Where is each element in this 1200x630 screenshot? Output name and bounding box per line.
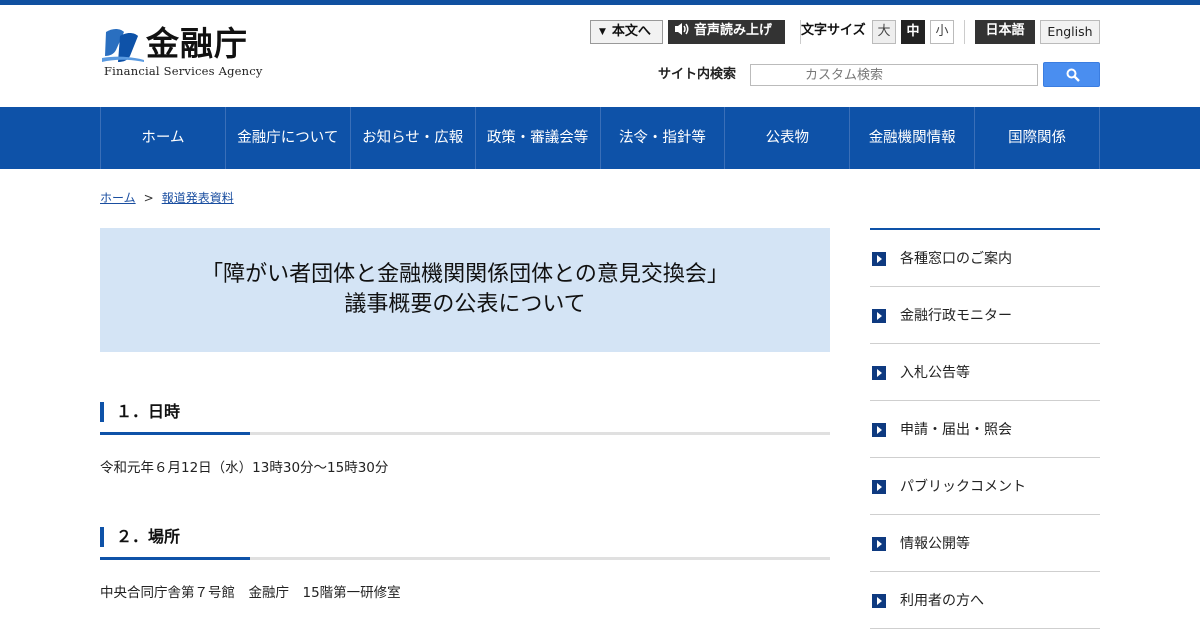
search-button[interactable]: [1043, 62, 1100, 87]
sidebar-item-monitor[interactable]: 金融行政モニター: [870, 287, 1100, 344]
nav-item-laws[interactable]: 法令・指針等: [601, 107, 726, 169]
arrow-right-icon: [872, 423, 886, 437]
nav-item-institutions[interactable]: 金融機関情報: [850, 107, 976, 169]
font-size-label-text: 文字サイズ: [801, 23, 866, 38]
arrow-right-icon: [872, 252, 886, 266]
sidebar-item-contacts[interactable]: 各種窓口のご案内: [870, 230, 1100, 287]
sidebar-item-label: 情報公開等: [900, 536, 970, 552]
arrow-right-icon: [872, 366, 886, 380]
nav-item-home[interactable]: ホーム: [101, 107, 226, 169]
logo-text: 金融庁: [146, 24, 248, 63]
font-size-small-button[interactable]: 小: [930, 20, 954, 44]
sidebar-menu: 各種窓口のご案内 金融行政モニター 入札公告等 申請・届出・照会 パブリックコメ…: [870, 228, 1100, 629]
logo-subtitle: Financial Services Agency: [104, 64, 263, 78]
utility-divider: [964, 20, 965, 44]
speaker-icon: [675, 23, 689, 35]
nav-item-news[interactable]: お知らせ・広報: [351, 107, 476, 169]
sidebar-item-label: 金融行政モニター: [900, 308, 1012, 324]
sidebar-item-label: 申請・届出・照会: [900, 422, 1012, 438]
sidebar-item-disclosure[interactable]: 情報公開等: [870, 515, 1100, 572]
section-heading: １．日時: [116, 402, 181, 421]
breadcrumb: ホーム > 報道発表資料: [100, 189, 234, 207]
section-heading-bar: [100, 527, 104, 547]
voice-label: 音声読み上げ: [694, 23, 773, 38]
section-datetime: １．日時 令和元年６月12日（水）13時30分～15時30分: [100, 402, 830, 476]
nav-item-publications[interactable]: 公表物: [725, 107, 851, 169]
fsa-emblem-icon: [102, 29, 144, 62]
page-title: 「障がい者団体と金融機関関係団体との意見交換会」 議事概要の公表について: [100, 260, 830, 320]
site-logo[interactable]: 金融庁 Financial Services Agency: [102, 24, 262, 80]
lang-english-button[interactable]: English: [1040, 20, 1100, 44]
global-nav: ホーム 金融庁について お知らせ・広報 政策・審議会等 法令・指針等 公表物 金…: [0, 107, 1200, 169]
breadcrumb-home-link[interactable]: ホーム: [100, 191, 136, 205]
site-search-label: サイト内検索: [658, 67, 737, 82]
section-underline: [100, 432, 830, 435]
sidebar-item-public-comment[interactable]: パブリックコメント: [870, 458, 1100, 515]
page-title-box: 「障がい者団体と金融機関関係団体との意見交換会」 議事概要の公表について: [100, 228, 830, 352]
section-location: ２．場所 中央合同庁舎第７号館 金融庁 15階第一研修室: [100, 527, 830, 601]
triangle-down-icon: ▼: [599, 27, 606, 37]
section-heading-bar: [100, 402, 104, 422]
voice-reader-button[interactable]: 音声読み上げ: [668, 20, 785, 44]
section-underline: [100, 557, 830, 560]
arrow-right-icon: [872, 594, 886, 608]
search-icon: [1066, 68, 1080, 82]
page-title-line2: 議事概要の公表について: [344, 292, 586, 317]
nav-item-policy[interactable]: 政策・審議会等: [476, 107, 601, 169]
sidebar-item-users[interactable]: 利用者の方へ: [870, 572, 1100, 629]
sidebar-item-label: パブリックコメント: [900, 479, 1026, 495]
arrow-right-icon: [872, 537, 886, 551]
arrow-right-icon: [872, 309, 886, 323]
sidebar-item-label: 入札公告等: [900, 365, 970, 381]
arrow-right-icon: [872, 480, 886, 494]
search-input[interactable]: [750, 64, 1038, 86]
lang-japanese-button[interactable]: 日本語: [975, 20, 1035, 44]
sidebar-item-label: 各種窓口のご案内: [900, 251, 1012, 267]
breadcrumb-separator: >: [143, 191, 154, 205]
font-size-medium-button[interactable]: 中: [901, 20, 925, 44]
nav-item-international[interactable]: 国際関係: [975, 107, 1100, 169]
section-heading: ２．場所: [116, 527, 181, 546]
font-size-large-button[interactable]: 大: [872, 20, 896, 44]
skip-label: 本文へ: [611, 24, 651, 39]
section-body: 中央合同庁舎第７号館 金融庁 15階第一研修室: [100, 585, 401, 601]
sidebar-item-applications[interactable]: 申請・届出・照会: [870, 401, 1100, 458]
page-title-line1: 「障がい者団体と金融機関関係団体との意見交換会」: [201, 262, 729, 287]
skip-to-content-button[interactable]: ▼ 本文へ: [590, 20, 663, 44]
section-body: 令和元年６月12日（水）13時30分～15時30分: [100, 460, 389, 476]
breadcrumb-current-link[interactable]: 報道発表資料: [162, 191, 234, 205]
nav-item-about[interactable]: 金融庁について: [226, 107, 351, 169]
font-size-label: 文字サイズ: [800, 20, 870, 44]
sidebar-item-label: 利用者の方へ: [900, 593, 984, 609]
top-accent-bar: [0, 0, 1200, 5]
sidebar-item-bidding[interactable]: 入札公告等: [870, 344, 1100, 401]
